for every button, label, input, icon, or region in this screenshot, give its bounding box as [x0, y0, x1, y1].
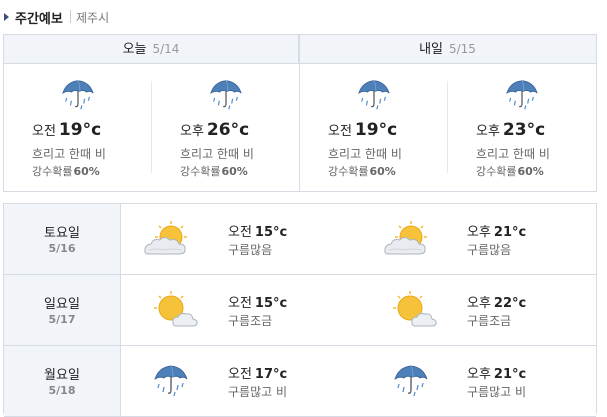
forecast-row-monday: 월요일 5/18 오전 17°c 구름많고 비 오후 21°c 구름많고 비: [4, 346, 596, 417]
two-day-forecast: 오늘 5/14 내일 5/15 오전 19°c 흐리고 한때 비 강수확률60% 오후…: [3, 34, 597, 192]
forecast-slot-tomorrow-pm: 오후 23°c 흐리고 한때 비 강수확률60%: [448, 64, 595, 191]
period-label: 오전: [328, 124, 352, 139]
umbrella-rain-icon: [391, 361, 431, 401]
umbrella-rain-icon: [207, 76, 245, 114]
weather-desc-am: 구름조금: [228, 314, 273, 328]
day-date: 5/14: [152, 42, 180, 56]
weather-desc: 흐리고 한때 비: [328, 147, 402, 161]
temperature: 오전 19°c: [328, 120, 397, 140]
temp-value: 17°c: [254, 367, 288, 382]
section-title: 주간예보: [15, 12, 63, 27]
day-date: 5/18: [48, 384, 76, 397]
forecast-row-saturday: 토요일 5/16 오전 15°c 구름많음 오후 21°c 구름많음: [4, 204, 596, 275]
prob-label: 강수확률: [180, 165, 221, 178]
weekly-forecast-header: 주간예보 제주시: [0, 0, 607, 34]
weather-desc-am: 구름많고 비: [228, 385, 288, 399]
day-name: 일요일: [44, 297, 80, 312]
umbrella-rain-icon: [59, 76, 97, 114]
day-cell: 일요일 5/17: [4, 275, 121, 345]
temperature-am: 오전 15°c: [228, 221, 287, 240]
weekly-forecast-table: 토요일 5/16 오전 15°c 구름많음 오후 21°c 구름많음 일요일 5/1…: [3, 203, 597, 417]
temperature-pm: 오후 22°c: [467, 292, 526, 311]
weather-desc-pm: 구름많고 비: [467, 385, 527, 399]
bullet-arrow-icon: [4, 13, 9, 21]
prob-label: 강수확률: [328, 165, 369, 178]
forecast-slot-tomorrow-am: 오전 19°c 흐리고 한때 비 강수확률60%: [300, 64, 447, 191]
period-label: 오전: [228, 367, 252, 382]
prob-value: 60%: [221, 165, 248, 178]
weather-desc-pm: 구름조금: [467, 314, 512, 328]
umbrella-rain-icon: [355, 76, 393, 114]
day-date: 5/15: [448, 42, 476, 56]
day-cell: 토요일 5/16: [4, 204, 121, 274]
sun-mostly-cloudy-icon: [381, 219, 433, 259]
temp-value: 19°c: [58, 120, 102, 140]
period-label: 오후: [476, 124, 500, 139]
temp-value: 22°c: [493, 296, 527, 311]
umbrella-rain-icon: [503, 76, 541, 114]
period-label: 오전: [228, 296, 252, 311]
precip-probability: 강수확률60%: [476, 163, 544, 179]
temp-value: 21°c: [493, 367, 527, 382]
day-label: 오늘: [122, 42, 147, 57]
prob-label: 강수확률: [32, 165, 73, 178]
day-date: 5/16: [48, 242, 76, 255]
day-name: 토요일: [44, 226, 80, 241]
prob-label: 강수확률: [476, 165, 517, 178]
forecast-slot-today-pm: 오후 26°c 흐리고 한때 비 강수확률60%: [152, 64, 299, 191]
temp-value: 15°c: [254, 225, 288, 240]
temp-value: 21°c: [493, 225, 527, 240]
period-label: 오후: [467, 367, 491, 382]
day-header-tomorrow: 내일 5/15: [299, 35, 596, 64]
weather-desc-pm: 구름많음: [467, 243, 512, 257]
forecast-row-sunday: 일요일 5/17 오전 15°c 구름조금 오후 22°c 구름조금: [4, 275, 596, 346]
temperature-am: 오전 15°c: [228, 292, 287, 311]
precip-probability: 강수확률60%: [328, 163, 396, 179]
temperature-pm: 오후 21°c: [467, 363, 526, 382]
period-label: 오후: [467, 296, 491, 311]
temperature: 오전 19°c: [32, 120, 101, 140]
day-cell: 월요일 5/18: [4, 346, 121, 416]
day-label: 내일: [419, 42, 443, 57]
precip-probability: 강수확률60%: [32, 163, 100, 179]
day-name: 월요일: [44, 368, 80, 383]
weather-desc: 흐리고 한때 비: [476, 147, 550, 161]
prob-value: 60%: [369, 165, 396, 178]
temperature: 오후 26°c: [180, 120, 249, 140]
period-label: 오전: [32, 124, 56, 139]
period-label: 오전: [228, 225, 252, 240]
temperature: 오후 23°c: [476, 120, 545, 140]
weather-desc: 흐리고 한때 비: [180, 147, 254, 161]
sun-mostly-cloudy-icon: [141, 219, 193, 259]
weather-desc-am: 구름많음: [228, 243, 273, 257]
weather-desc: 흐리고 한때 비: [32, 147, 106, 161]
precip-probability: 강수확률60%: [180, 163, 248, 179]
forecast-slot-today-am: 오전 19°c 흐리고 한때 비 강수확률60%: [4, 64, 151, 191]
location-label: 제주시: [76, 11, 110, 25]
day-date: 5/17: [48, 313, 76, 326]
temp-value: 26°c: [206, 120, 250, 140]
sun-partly-cloudy-icon: [149, 290, 201, 330]
temperature-pm: 오후 21°c: [467, 221, 526, 240]
period-label: 오후: [180, 124, 204, 139]
sun-partly-cloudy-icon: [388, 290, 440, 330]
temp-value: 19°c: [354, 120, 398, 140]
umbrella-rain-icon: [151, 361, 191, 401]
day-header-today: 오늘 5/14: [4, 35, 299, 64]
period-label: 오후: [467, 225, 491, 240]
prob-value: 60%: [73, 165, 100, 178]
prob-value: 60%: [517, 165, 544, 178]
temp-value: 15°c: [254, 296, 288, 311]
temp-value: 23°c: [502, 120, 546, 140]
divider: [70, 10, 71, 23]
temperature-am: 오전 17°c: [228, 363, 287, 382]
